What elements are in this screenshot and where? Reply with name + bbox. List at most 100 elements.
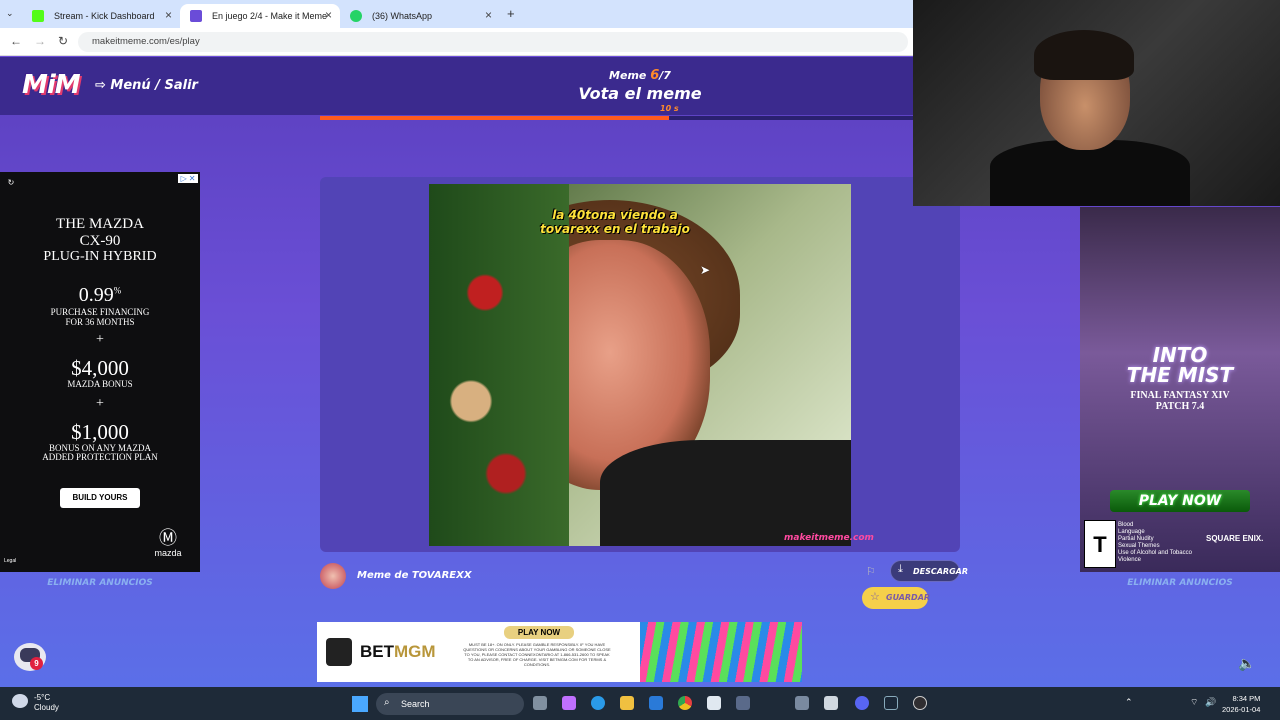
reload-icon[interactable]: ↻	[58, 34, 68, 48]
kick-icon	[32, 10, 44, 22]
watermark: makeitmeme.com	[784, 533, 874, 543]
tab-kick[interactable]: Stream - Kick Dashboard ×	[22, 4, 180, 28]
ad-game-art	[640, 622, 802, 682]
download-label: DESCARGAR	[913, 567, 969, 576]
mouse-cursor-icon: ➤	[700, 263, 711, 277]
weather-icon	[12, 694, 28, 708]
remove-ads-link[interactable]: ELIMINAR ANUNCIOS	[0, 578, 200, 588]
page-title: Vota el meme	[578, 84, 702, 103]
esrb-descriptor: Blood	[1118, 522, 1134, 528]
obs-icon[interactable]	[913, 696, 927, 710]
caption-line: tovarexx en el trabajo	[540, 222, 690, 236]
tray-chevron-icon[interactable]: ⌃	[1125, 697, 1133, 708]
ad-title-line: INTO	[1152, 343, 1208, 367]
remove-ads-link[interactable]: ELIMINAR ANUNCIOS	[1080, 578, 1280, 588]
ad-plus: +	[96, 396, 104, 411]
ad-title: INTO THE MIST	[1080, 345, 1280, 385]
taskbar-clock[interactable]: 8:34 PM 2026-01-04	[1222, 693, 1260, 715]
ad-subtitle: FINAL FANTASY XIV PATCH 7.4	[1080, 390, 1280, 412]
esrb-descriptor: Violence	[1118, 557, 1141, 563]
speaker-icon[interactable]: 🔊	[1205, 697, 1216, 708]
ad-info-icon[interactable]: ▷ ✕	[178, 174, 198, 183]
ad-fine-print: MUST BE 18+. ON ONLY. PLEASE GAMBLE RESP…	[463, 642, 611, 667]
steam-icon[interactable]	[884, 696, 898, 710]
ad-bonus-desc: ADDED PROTECTION PLAN	[42, 452, 158, 462]
download-icon: ⤓	[898, 563, 903, 575]
meme-image-shirt	[600, 440, 851, 546]
ad-legal-link[interactable]: Legal	[4, 558, 24, 564]
mim-logo[interactable]: MiM	[22, 70, 81, 100]
menu-exit-button[interactable]: ⇨ Menú / Salir	[95, 78, 198, 93]
new-tab-button[interactable]: +	[507, 6, 515, 21]
ad-rate: 0.99%	[0, 284, 200, 307]
meme-author: Meme de TOVAREXX	[357, 570, 472, 581]
tools-icon[interactable]	[795, 696, 809, 710]
webcam-person-hair	[1034, 30, 1134, 80]
report-flag-icon[interactable]: ⚐	[866, 565, 876, 578]
weather-widget[interactable]: -5°C Cloudy	[34, 693, 59, 713]
tab-label: (36) WhatsApp	[372, 11, 433, 21]
start-button-icon[interactable]	[352, 696, 368, 712]
save-label: GUARDAR	[886, 593, 931, 602]
edge-icon[interactable]	[591, 696, 605, 710]
tab-whatsapp[interactable]: (36) WhatsApp ×	[340, 4, 500, 28]
build-yours-button[interactable]: BUILD YOURS	[60, 488, 140, 508]
chrome-icon[interactable]	[678, 696, 692, 710]
brand-part: MGM	[394, 642, 436, 661]
task-view-icon[interactable]	[533, 696, 547, 710]
weather-desc: Cloudy	[34, 703, 59, 712]
outlook-icon[interactable]	[649, 696, 663, 710]
esrb-descriptors: Blood Language Partial Nudity Sexual The…	[1118, 522, 1192, 564]
app-icon[interactable]	[736, 696, 750, 710]
back-icon[interactable]: ←	[10, 34, 22, 48]
ad-rate-desc: FOR 36 MONTHS	[65, 317, 135, 327]
close-tab-icon[interactable]: ×	[325, 8, 332, 22]
store-icon[interactable]	[707, 696, 721, 710]
tab-makeitmeme[interactable]: En juego 2/4 - Make it Meme ×	[180, 4, 340, 28]
esrb-descriptor: Sexual Themes	[1118, 543, 1160, 549]
address-toolbar: ← → ↻ makeitmeme.com/es/play	[0, 28, 913, 56]
clock-date: 2026-01-04	[1222, 705, 1261, 714]
star-icon: ☆	[870, 591, 880, 603]
play-now-button[interactable]: PLAY NOW	[1110, 490, 1250, 512]
file-explorer-icon[interactable]	[620, 696, 634, 710]
url-input[interactable]: makeitmeme.com/es/play	[78, 32, 908, 52]
url-text: makeitmeme.com/es/play	[92, 36, 200, 47]
meme-counter: Meme 6/7	[600, 68, 680, 83]
ad-headline: PLUG-IN HYBRID	[43, 249, 157, 264]
betmgm-logo: BETMGM	[360, 642, 436, 662]
ad-subtitle-line: PATCH 7.4	[1155, 401, 1205, 412]
ad-title-line: THE MIST	[1126, 363, 1234, 387]
author-avatar	[320, 563, 346, 589]
wifi-icon[interactable]: ⌔	[1190, 697, 1198, 708]
brand-part: BET	[360, 642, 394, 661]
windows-taskbar	[0, 687, 1280, 720]
esrb-descriptor: Partial Nudity	[1118, 536, 1154, 542]
search-label: Search	[401, 699, 430, 709]
meme-current: 6	[650, 68, 660, 83]
meme-caption: la 40tona viendo a tovarexx en el trabaj…	[530, 208, 700, 236]
close-tab-icon[interactable]: ×	[165, 8, 172, 22]
ad-rate-sup: %	[113, 285, 122, 296]
caption-line: la 40tona viendo a	[552, 208, 678, 222]
taskbar-search[interactable]: Search	[376, 693, 524, 715]
volume-icon[interactable]: 🔈	[1238, 655, 1255, 672]
whatsapp-icon	[350, 10, 362, 22]
mazda-ad[interactable]: ▷ ✕ ↻ THE MAZDA CX-90 PLUG-IN HYBRID 0.9…	[0, 172, 200, 572]
ad-bonus: $1,000	[71, 420, 129, 444]
clock-time: 8:34 PM	[1232, 694, 1261, 703]
forward-icon[interactable]: →	[34, 34, 46, 48]
esrb-descriptor: Language	[1118, 529, 1145, 535]
esrb-descriptor: Use of Alcohol and Tobacco	[1118, 550, 1192, 556]
ad-bonus-desc: MAZDA BONUS	[67, 379, 133, 389]
bet-play-now-button[interactable]: PLAY NOW	[504, 626, 574, 639]
ad-subtitle-line: FINAL FANTASY XIV	[1130, 390, 1230, 401]
ad-plus: +	[96, 332, 104, 347]
copilot-icon[interactable]	[562, 696, 576, 710]
discord-icon[interactable]	[855, 696, 869, 710]
tab-list-button[interactable]: ⌄	[6, 8, 14, 19]
ad-rate-value: 0.99	[78, 284, 114, 306]
close-tab-icon[interactable]: ×	[485, 8, 492, 22]
notepad-icon[interactable]	[824, 696, 838, 710]
esrb-rating: T	[1084, 520, 1116, 568]
